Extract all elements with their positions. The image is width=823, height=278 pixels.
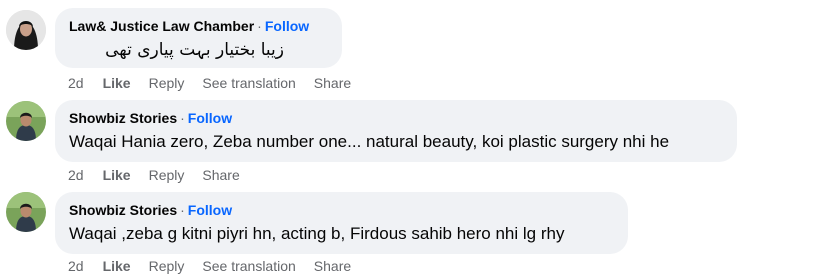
comment-bubble: Showbiz Stories · Follow Waqai Hania zero,… [55,100,737,162]
share-button[interactable]: Share [314,258,351,274]
comment-actions: 2d Like Reply Share [68,167,258,183]
like-button[interactable]: Like [103,167,131,183]
separator-dot: · [180,110,185,126]
comment-actions: 2d Like Reply See translation Share [68,75,369,91]
separator-dot: · [257,18,262,34]
comment-author[interactable]: Showbiz Stories [69,202,177,218]
comment-text: Waqai Hania zero, Zeba number one... nat… [69,132,670,151]
reply-button[interactable]: Reply [149,167,185,183]
comment-timestamp[interactable]: 2d [68,167,84,183]
like-button[interactable]: Like [103,258,131,274]
avatar[interactable] [6,192,46,232]
comment-bubble: Law& Justice Law Chamber · Follow زیبا بخت… [55,8,342,68]
comment-text: Waqai ,zeba g kitni piyri hn, acting b, … [69,224,565,243]
reply-button[interactable]: Reply [149,258,185,274]
share-button[interactable]: Share [314,75,351,91]
comment-actions: 2d Like Reply See translation Share [68,258,369,274]
follow-button[interactable]: Follow [265,18,309,34]
avatar[interactable] [6,101,46,141]
comment-author[interactable]: Law& Justice Law Chamber [69,18,254,34]
comment-author[interactable]: Showbiz Stories [69,110,177,126]
avatar[interactable] [6,10,46,50]
reply-button[interactable]: Reply [149,75,185,91]
follow-button[interactable]: Follow [188,110,232,126]
share-button[interactable]: Share [202,167,239,183]
comment-text: زیبا بختیار بہت پیاری تھی [105,40,284,60]
follow-button[interactable]: Follow [188,202,232,218]
see-translation-button[interactable]: See translation [202,75,295,91]
separator-dot: · [180,202,185,218]
like-button[interactable]: Like [103,75,131,91]
comment-bubble: Showbiz Stories · Follow Waqai ,zeba g kit… [55,192,628,254]
comment-timestamp[interactable]: 2d [68,75,84,91]
comment-timestamp[interactable]: 2d [68,258,84,274]
see-translation-button[interactable]: See translation [202,258,295,274]
